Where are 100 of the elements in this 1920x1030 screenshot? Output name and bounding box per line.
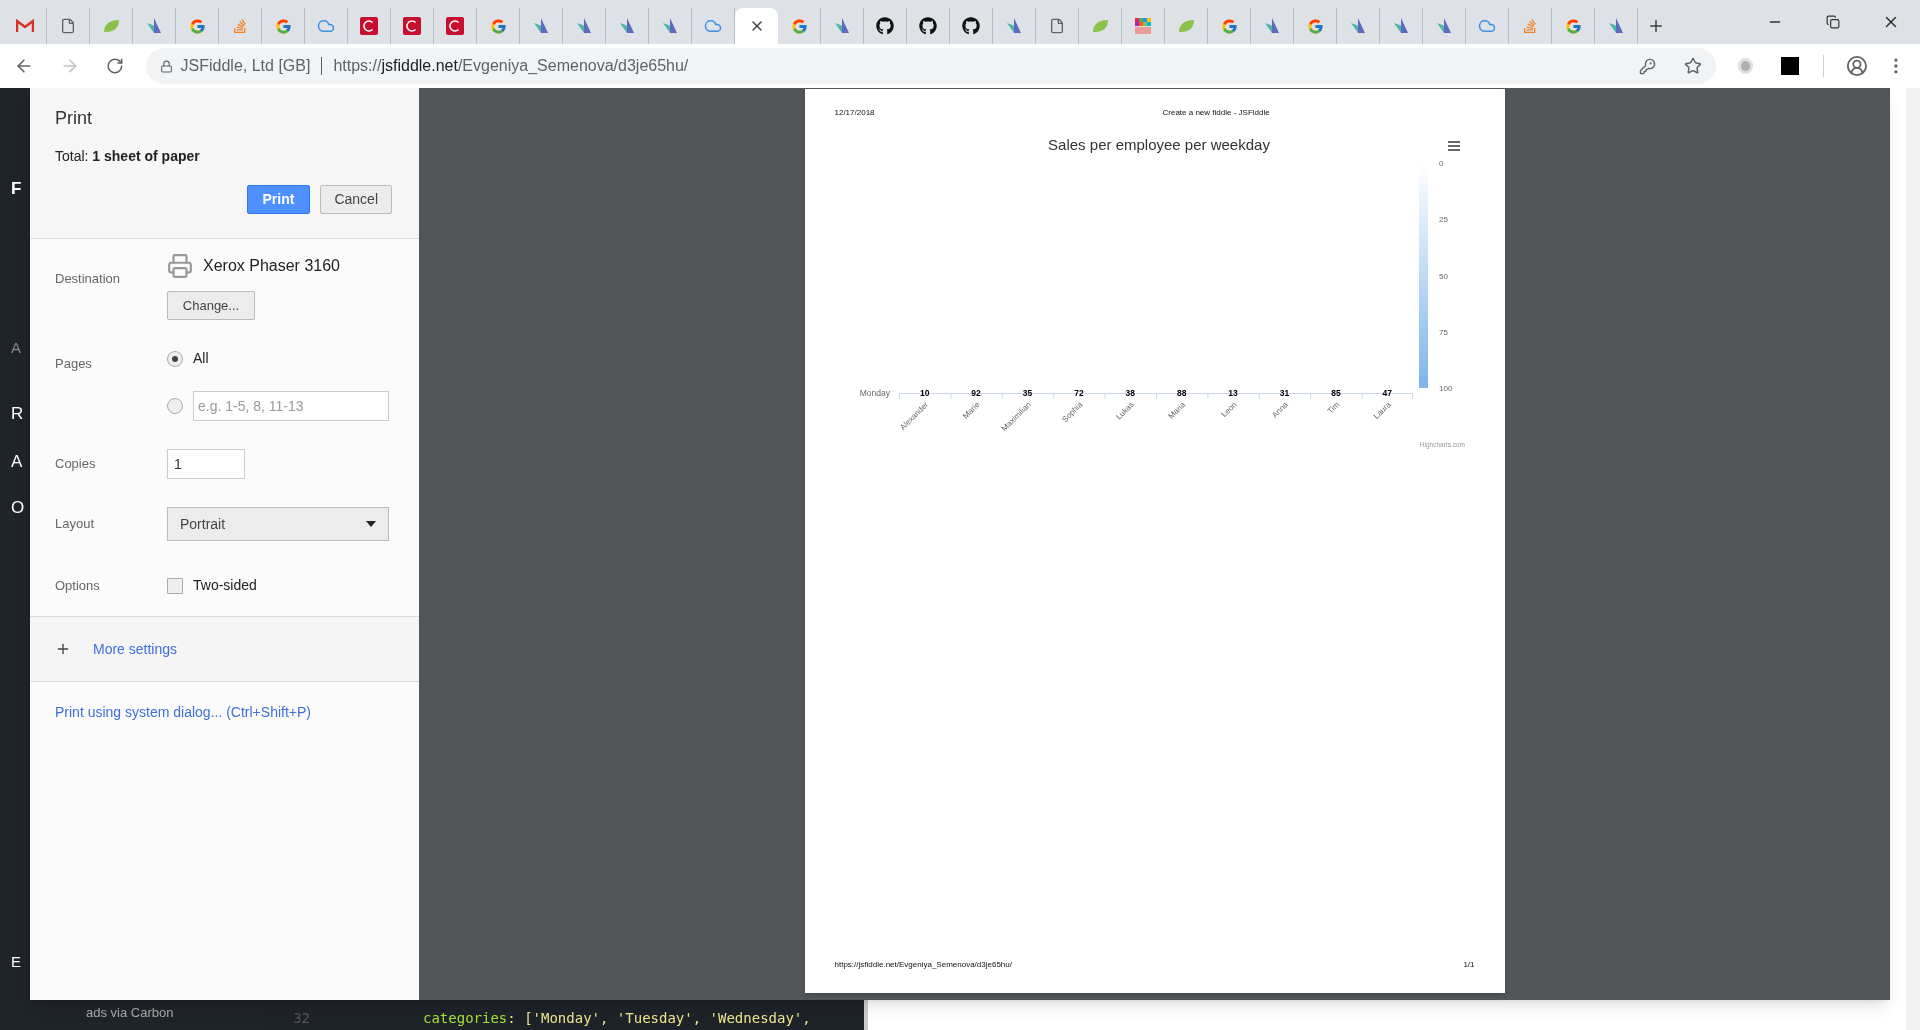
scale-label: 100: [1438, 384, 1452, 393]
arrow-icon: [1005, 17, 1023, 35]
arrow-icon: [1435, 17, 1453, 35]
total-text: Total: 1 sheet of paper: [55, 147, 201, 166]
github-icon: [876, 17, 894, 35]
lock-icon: [159, 59, 173, 73]
code-line: categories: ['Monday', 'Tuesday', 'Wednesday',: [423, 1008, 811, 1028]
printer-icon: [167, 253, 193, 279]
sidebar-text: R: [11, 403, 24, 425]
axis-label: Tim: [1325, 400, 1341, 416]
copies-label: Copies: [55, 455, 97, 474]
star-icon[interactable]: [1683, 57, 1702, 75]
leaf-icon: [102, 18, 120, 34]
reload-icon[interactable]: [105, 57, 124, 75]
pixel-grid-icon: [1135, 18, 1151, 34]
url-text: https://jsfiddle.net/Evgeniya_Semenova/d3je65hu/: [333, 56, 689, 76]
google-icon: [489, 17, 507, 35]
google-icon: [1220, 17, 1238, 35]
destination-label: Destination: [55, 270, 122, 288]
chart-title: Sales per employee per weekday: [1047, 136, 1270, 153]
data-label: 85: [1330, 388, 1341, 398]
sidebar-text: F: [11, 178, 22, 200]
radio-button[interactable]: [167, 350, 183, 367]
sidebar-text: A: [11, 450, 23, 473]
github-icon: [962, 17, 980, 35]
arrow-icon: [1349, 17, 1367, 35]
menu-icon[interactable]: [1447, 141, 1460, 151]
stack-icon: [1522, 18, 1538, 34]
sidebar-text: O: [11, 497, 25, 519]
page-date: 12/17/2018: [834, 107, 876, 119]
restore-icon[interactable]: [1826, 15, 1840, 29]
google-icon: [274, 17, 292, 35]
checkbox-label: Two-sided: [193, 576, 257, 595]
scale-label: 25: [1438, 215, 1448, 225]
layout-select[interactable]: Portrait: [167, 507, 389, 541]
sidebar-text: E: [11, 951, 21, 972]
data-label: 35: [1022, 388, 1032, 398]
checkbox[interactable]: [167, 577, 183, 594]
arrow-icon: [1392, 17, 1410, 35]
arrow-icon: [618, 17, 636, 35]
extension-icon[interactable]: [1737, 58, 1754, 74]
cloud-icon: [1478, 17, 1496, 35]
google-icon: [1306, 17, 1324, 35]
plus-icon: [55, 641, 71, 657]
data-label: 38: [1125, 388, 1135, 398]
scale-label: 75: [1438, 327, 1448, 337]
cloud-icon: [704, 17, 722, 35]
address-field[interactable]: JSFiddle, Ltd [GB] https://jsfiddle.net/Evgeniya_Semenova/d3je65hu/: [145, 48, 1716, 84]
sidebar-text: A: [11, 337, 21, 358]
site-identity: JSFiddle, Ltd [GB]: [180, 56, 311, 76]
arrow-icon: [575, 17, 593, 35]
row-label: Monday: [859, 388, 890, 398]
radio-button[interactable]: [167, 398, 183, 414]
github-icon: [919, 17, 937, 35]
cloud-icon: [317, 17, 335, 35]
key-icon[interactable]: [1638, 57, 1656, 75]
data-label: 92: [970, 388, 981, 398]
data-label: 13: [1227, 388, 1238, 398]
arrow-icon: [145, 17, 163, 35]
document-icon: [60, 18, 76, 34]
radio-label: All: [193, 349, 209, 368]
data-label: 72: [1073, 388, 1084, 398]
c-logo-icon: [403, 17, 421, 35]
more-settings-link[interactable]: More settings: [93, 638, 178, 660]
c-logo-icon: [446, 17, 464, 35]
change-button[interactable]: Change...: [167, 291, 255, 320]
stack-icon: [232, 18, 248, 34]
pages-label: Pages: [55, 355, 93, 373]
new-tab-icon[interactable]: [1647, 17, 1665, 35]
page-url: https://jsfiddle.net/Evgeniya_Semenova/d3je65hu/: [834, 959, 1012, 971]
arrow-icon: [1607, 17, 1625, 35]
page-range-field[interactable]: e.g. 1-5, 8, 11-13: [193, 391, 389, 421]
more-settings-row[interactable]: More settings: [30, 617, 419, 681]
cancel-button[interactable]: Cancel: [320, 185, 392, 214]
data-label: 47: [1382, 388, 1392, 398]
printer-name: Xerox Phaser 3160: [203, 256, 340, 276]
leaf-icon: [1177, 18, 1195, 34]
arrow-icon: [833, 17, 851, 35]
options-label: Options: [55, 576, 101, 595]
arrow-icon: [532, 17, 550, 35]
envelope-icon: [16, 19, 34, 33]
caret-icon: [366, 521, 376, 527]
dialog-title: Print: [55, 107, 93, 130]
google-icon: [188, 17, 206, 35]
c-logo-icon: [360, 17, 378, 35]
sidebar-footer-text: ads via Carbon: [86, 1004, 174, 1022]
document-icon: [1049, 18, 1065, 34]
system-dialog-link[interactable]: Print using system dialog... (Ctrl+Shift+P): [30, 702, 419, 723]
data-label: 88: [1176, 388, 1186, 398]
copies-field[interactable]: 1: [167, 449, 245, 479]
data-label: 31: [1279, 388, 1289, 398]
jb-icon[interactable]: [1781, 57, 1800, 75]
page-number: 1/1: [1463, 959, 1475, 971]
arrow-icon: [661, 17, 679, 35]
profile-icon[interactable]: [1846, 55, 1869, 77]
data-label: 10: [919, 388, 929, 398]
leaf-icon: [1091, 18, 1109, 34]
scale-label: 0: [1438, 159, 1443, 168]
layout-label: Layout: [55, 515, 96, 534]
scale-label: 50: [1438, 271, 1448, 281]
